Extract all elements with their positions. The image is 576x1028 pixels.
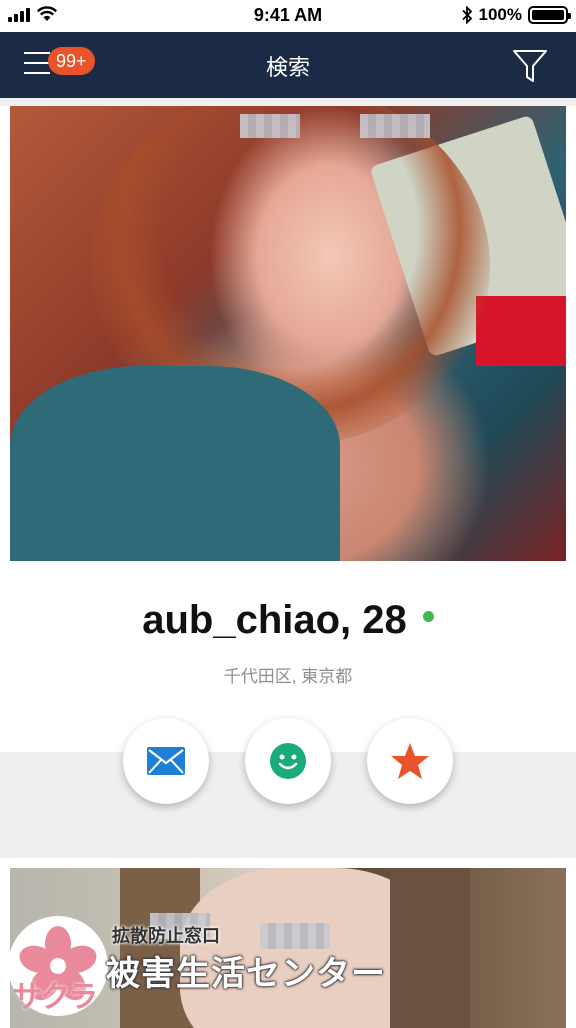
status-bar: 9:41 AM 100%: [0, 0, 576, 32]
results-list[interactable]: aub_chiao, 28 千代田区, 東京都: [0, 98, 576, 1028]
status-right: 100%: [461, 5, 571, 25]
profile-location: 千代田区, 東京都: [223, 667, 353, 686]
watermark-title: 被害生活センター: [106, 955, 386, 993]
privacy-blur: [360, 114, 430, 138]
smile-icon: [270, 743, 306, 779]
watermark-kana: サクラ: [12, 981, 98, 1014]
star-icon: [391, 743, 429, 779]
watermark: サクラ 拡散防止窓口 被害生活センター: [8, 916, 388, 1022]
nav-bar: 99+ 検索: [0, 32, 576, 98]
message-button[interactable]: [123, 718, 209, 804]
photo-hair: [390, 868, 470, 1028]
profile-photo[interactable]: [10, 106, 566, 561]
favorite-button[interactable]: [367, 718, 453, 804]
battery-percent: 100%: [478, 5, 522, 24]
filter-button[interactable]: [512, 48, 548, 84]
online-indicator: [422, 610, 434, 622]
smile-button[interactable]: [245, 718, 331, 804]
photo-object: [476, 296, 566, 366]
mail-icon: [147, 747, 185, 775]
bluetooth-icon: [461, 6, 472, 24]
page-title: 検索: [265, 55, 310, 80]
battery-icon: [528, 6, 571, 24]
profile-username: aub_chiao, 28: [142, 598, 407, 642]
filter-icon: [513, 50, 547, 82]
profile-name-row: aub_chiao, 28: [0, 598, 576, 643]
privacy-blur: [240, 114, 300, 138]
profile-card[interactable]: aub_chiao, 28 千代田区, 東京都: [0, 106, 576, 760]
photo-clothing: [10, 366, 340, 561]
watermark-subtitle: 拡散防止窓口: [112, 926, 220, 946]
